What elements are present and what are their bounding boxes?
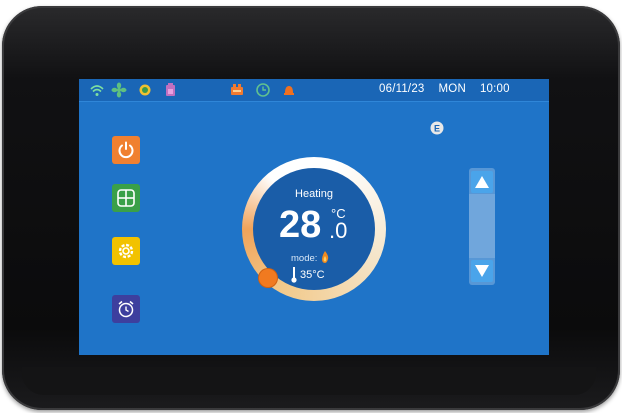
- flame-icon: [322, 251, 329, 263]
- current-temperature: 28: [279, 204, 322, 246]
- battery-icon: [166, 83, 175, 96]
- mode-button[interactable]: [112, 184, 140, 212]
- eco-mode-icon[interactable]: E: [430, 121, 444, 135]
- down-arrow-icon: [475, 265, 489, 277]
- slider-track[interactable]: [469, 194, 495, 258]
- heater-icon: [231, 84, 243, 95]
- mode-title: Heating: [295, 188, 333, 200]
- status-bar: 06/11/23 MON 10:00: [79, 79, 549, 102]
- snowflake-sun-icon: [139, 84, 151, 96]
- device-chin: [22, 367, 596, 395]
- temperature-decimal: .0: [329, 218, 348, 243]
- power-icon: [118, 141, 134, 159]
- clock-icon: [256, 83, 270, 97]
- thermometer-icon: [291, 267, 297, 283]
- svg-text:E: E: [434, 124, 440, 134]
- up-arrow-icon: [475, 176, 489, 188]
- time-text: 10:00: [479, 83, 510, 95]
- touch-screen: 06/11/23 MON 10:00 E Heating 28 °C .0 mo…: [79, 79, 549, 355]
- day-text: MON: [438, 83, 466, 95]
- increase-button[interactable]: [471, 171, 493, 193]
- dial-knob[interactable]: [259, 269, 277, 287]
- date-time: 06/11/23 MON 10:00: [379, 83, 510, 95]
- decrease-button[interactable]: [471, 260, 493, 282]
- power-button[interactable]: [112, 136, 140, 164]
- fan-icon: [111, 82, 127, 98]
- settings-button[interactable]: [112, 237, 140, 265]
- wifi-icon: [90, 85, 104, 96]
- mode-label: mode:: [291, 253, 318, 264]
- settings-gear-icon: [118, 243, 134, 259]
- setpoint-value: 35: [300, 269, 313, 281]
- alarm-clock-button[interactable]: [112, 295, 140, 323]
- temperature-slider[interactable]: [469, 168, 495, 285]
- setpoint-unit: °C: [312, 269, 325, 281]
- alarm-clock-icon: [118, 300, 134, 318]
- alarm-bell-icon: [284, 86, 294, 95]
- date-text: 06/11/23: [379, 83, 425, 95]
- setpoint-temperature: 35°C: [300, 269, 325, 281]
- mode-grid-icon: [117, 189, 135, 207]
